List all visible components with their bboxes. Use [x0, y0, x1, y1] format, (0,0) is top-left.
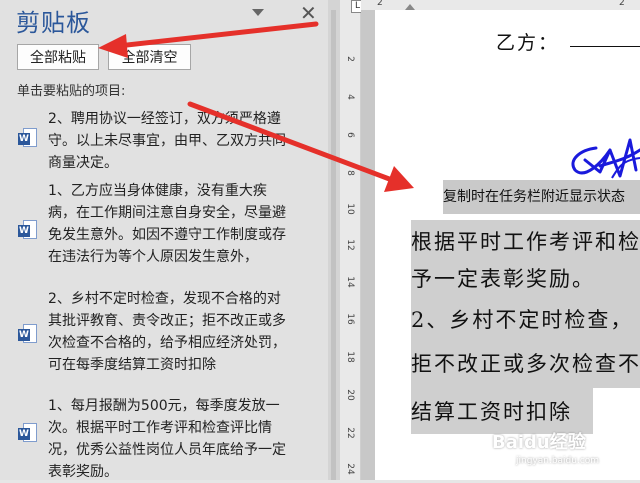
close-icon[interactable]: ✕ [300, 1, 317, 25]
vertical-ruler: 2 4 6 8 10 12 14 16 18 20 22 24 [340, 0, 361, 480]
ruler-label: 18 [345, 351, 355, 363]
clipboard-item[interactable]: W 1、乙方应当身体健康，没有重大疾病，在工作期间注意自身安全，尽量避免发生意外… [14, 180, 304, 280]
status-notice: 复制时在任务栏附近显示状态 [443, 180, 640, 214]
ruler-label: 8 [345, 170, 355, 176]
ruler-label: 2 [619, 0, 625, 8]
clipboard-item[interactable]: W 2、聘用协议一经签订，双方须严格遵守。以上未尽事宜，由甲、乙双方共同商量决定… [14, 108, 304, 171]
clipboard-pane: 剪贴板 ✕ 全部粘贴 全部清空 单击要粘贴的项目: W 2、聘用协议一经签订，双… [0, 0, 328, 480]
watermark-url: jingyan.baidu.com [516, 456, 600, 466]
ruler-label: 2 [377, 0, 383, 8]
clipboard-item-text: 1、每月报酬为500元，每季度发放一次。根据平时工作考评和检查评比情况，优秀公益… [48, 398, 286, 480]
ruler-label: 12 [345, 239, 355, 251]
pane-title: 剪贴板 [16, 9, 91, 37]
scrollbar-thumb[interactable] [331, 10, 336, 480]
selected-text-line[interactable]: 2、乡村不定时检查， [411, 296, 640, 338]
clipboard-item[interactable]: W 1、每月报酬为500元，每季度发放一次。根据平时工作考评和检查评比情况，优秀… [14, 395, 304, 480]
ruler-label: 10 [345, 203, 355, 215]
ruler-label: 22 [345, 427, 355, 439]
word-document-icon: W [18, 423, 37, 443]
word-document-icon: W [18, 128, 37, 148]
party-b-label: 乙方： [496, 32, 560, 54]
selected-text-line[interactable]: 根据平时工作考评和检 [411, 220, 640, 264]
paste-all-button[interactable]: 全部粘贴 [17, 44, 99, 70]
chevron-down-icon[interactable] [252, 9, 264, 16]
word-document-icon: W [18, 220, 37, 240]
ruler-label: 4 [345, 94, 355, 100]
ruler-label: 20 [345, 389, 355, 401]
watermark-brand: Baidu经验 [492, 432, 586, 453]
ruler-label: 14 [345, 276, 355, 288]
clear-all-button[interactable]: 全部清空 [108, 44, 191, 70]
pane-scrollbar[interactable] [328, 0, 340, 480]
selected-text-line[interactable]: 予一定表彰奖励。 [411, 262, 640, 296]
ruler-label: 24 [345, 463, 355, 475]
signature-line [570, 46, 640, 47]
clipboard-item[interactable]: W 2、乡村不定时检查，发现不合格的对其批评教育、责令改正；拒不改正或多次检查不… [14, 288, 304, 388]
ruler-label: 16 [345, 313, 355, 325]
paste-hint: 单击要粘贴的项目: [17, 84, 126, 99]
horizontal-ruler: 2 2 [361, 0, 640, 10]
indent-marker[interactable] [405, 4, 415, 10]
clipboard-item-text: 2、聘用协议一经签订，双方须严格遵守。以上未尽事宜，由甲、乙双方共同商量决定。 [48, 111, 286, 171]
word-document-icon: W [18, 324, 37, 344]
clipboard-item-text: 2、乡村不定时检查，发现不合格的对其批评教育、责令改正；拒不改正或多次检查不合格… [48, 291, 286, 373]
clipboard-item-text: 1、乙方应当身体健康，没有重大疾病，在工作期间注意自身安全，尽量避免发生意外。如… [48, 183, 286, 265]
ruler-label: 6 [345, 132, 355, 138]
selected-text-line[interactable]: 拒不改正或多次检查不 [411, 338, 640, 388]
ruler-label: 2 [345, 56, 355, 62]
